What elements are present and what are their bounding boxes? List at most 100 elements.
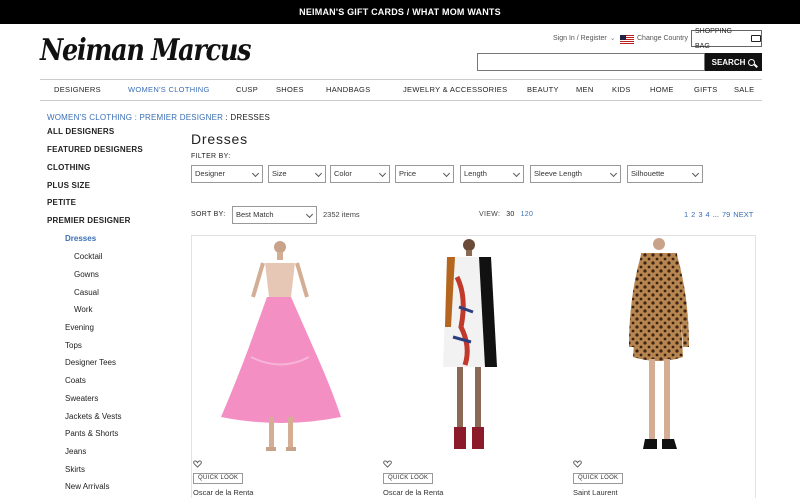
nav-beauty[interactable]: BEAUTY bbox=[527, 80, 559, 100]
nav-men[interactable]: MEN bbox=[576, 80, 594, 100]
sidebar-item-evening[interactable]: Evening bbox=[65, 322, 94, 334]
filter-size[interactable]: Size bbox=[268, 165, 326, 183]
sidebar-item-featured-designers[interactable]: FEATURED DESIGNERS bbox=[47, 144, 143, 156]
filter-color-label: Color bbox=[334, 169, 352, 178]
nav-cusp[interactable]: CUSP bbox=[236, 80, 258, 100]
search-button[interactable]: SEARCH bbox=[705, 53, 762, 71]
nav-kids[interactable]: KIDS bbox=[612, 80, 631, 100]
heart-icon[interactable] bbox=[383, 460, 392, 468]
filter-silhouette-label: Silhouette bbox=[631, 169, 665, 178]
sidebar-item-dresses[interactable]: Dresses bbox=[65, 233, 96, 245]
page-3[interactable]: 3 bbox=[698, 210, 702, 220]
sidebar-item-skirts[interactable]: Skirts bbox=[65, 464, 85, 476]
sidebar-item-sweaters[interactable]: Sweaters bbox=[65, 393, 98, 405]
chevron-down-icon bbox=[314, 169, 323, 178]
search-input[interactable] bbox=[477, 53, 705, 71]
filter-designer-label: Designer bbox=[195, 169, 226, 178]
product-image[interactable] bbox=[571, 237, 751, 455]
page-2[interactable]: 2 bbox=[691, 210, 695, 220]
chevron-down-icon bbox=[691, 169, 700, 178]
heart-icon[interactable] bbox=[193, 460, 202, 468]
breadcrumb: WOMEN'S CLOTHING : PREMIER DESIGNER : DR… bbox=[47, 112, 270, 124]
sort-by-label: SORT BY: bbox=[191, 211, 226, 218]
neiman-marcus-logo[interactable]: Neiman Marcus bbox=[40, 30, 251, 72]
nav-designers[interactable]: DESIGNERS bbox=[54, 80, 101, 100]
search-icon bbox=[748, 58, 756, 66]
sidebar-item-cocktail[interactable]: Cocktail bbox=[74, 251, 102, 263]
chevron-down-icon: ⌄ bbox=[609, 35, 616, 42]
breadcrumb-link[interactable]: WOMEN'S CLOTHING : PREMIER DESIGNER bbox=[47, 113, 223, 122]
sidebar-item-tops[interactable]: Tops bbox=[65, 340, 82, 352]
search-button-label: SEARCH bbox=[711, 57, 746, 67]
sign-in-register-link[interactable]: Sign In / Register ⌄ bbox=[553, 31, 616, 47]
quick-look-button[interactable]: QUICK LOOK bbox=[573, 473, 624, 484]
view-30[interactable]: 30 bbox=[506, 210, 514, 220]
sort-selected-label: Best Match bbox=[236, 210, 274, 219]
shopping-bag-button[interactable]: SHOPPING BAG bbox=[691, 28, 762, 50]
sidebar-item-casual[interactable]: Casual bbox=[74, 287, 99, 299]
view-120[interactable]: 120 bbox=[521, 210, 534, 220]
filter-price-label: Price bbox=[399, 169, 417, 178]
nav-home[interactable]: HOME bbox=[650, 80, 674, 100]
filter-silhouette[interactable]: Silhouette bbox=[627, 165, 703, 183]
quick-look-button[interactable]: QUICK LOOK bbox=[383, 473, 434, 484]
filter-length[interactable]: Length bbox=[460, 165, 524, 183]
product-image[interactable] bbox=[381, 237, 561, 455]
quick-look-button[interactable]: QUICK LOOK bbox=[193, 473, 244, 484]
filter-size-label: Size bbox=[272, 169, 287, 178]
sidebar-item-gowns[interactable]: Gowns bbox=[74, 269, 99, 281]
sidebar-item-premier-designer[interactable]: PREMIER DESIGNER bbox=[47, 215, 131, 227]
nav-gifts[interactable]: GIFTS bbox=[694, 80, 718, 100]
us-flag-icon bbox=[620, 34, 634, 44]
page-79[interactable]: 79 bbox=[722, 210, 730, 220]
chevron-down-icon bbox=[251, 169, 260, 178]
nav-sale[interactable]: SALE bbox=[734, 80, 754, 100]
main-nav: DESIGNERS WOMEN'S CLOTHING CUSP SHOES HA… bbox=[40, 79, 762, 101]
sidebar-item-jackets-vests[interactable]: Jackets & Vests bbox=[65, 411, 121, 423]
bag-icon bbox=[751, 35, 761, 42]
nav-womens-clothing[interactable]: WOMEN'S CLOTHING bbox=[128, 80, 210, 100]
product-image[interactable] bbox=[191, 237, 371, 455]
page-1[interactable]: 1 bbox=[684, 210, 688, 220]
sidebar-item-coats[interactable]: Coats bbox=[65, 375, 86, 387]
sidebar-item-plus-size[interactable]: PLUS SIZE bbox=[47, 180, 90, 192]
page-ellipsis: ... bbox=[712, 210, 719, 219]
change-country-label: Change Country bbox=[637, 35, 688, 42]
page-title: Dresses bbox=[191, 131, 248, 147]
view-label: VIEW: bbox=[479, 211, 501, 218]
sidebar-item-all-designers[interactable]: ALL DESIGNERS bbox=[47, 126, 114, 138]
filter-color[interactable]: Color bbox=[330, 165, 390, 183]
filter-designer[interactable]: Designer bbox=[191, 165, 263, 183]
sidebar-item-work[interactable]: Work bbox=[74, 304, 93, 316]
change-country-link[interactable]: Change Country bbox=[620, 31, 688, 47]
nav-shoes[interactable]: SHOES bbox=[276, 80, 304, 100]
filter-length-label: Length bbox=[464, 169, 487, 178]
product-card[interactable]: QUICK LOOK Oscar de la Renta bbox=[191, 235, 371, 498]
product-designer[interactable]: Saint Laurent bbox=[573, 488, 618, 497]
next-page-link[interactable]: NEXT bbox=[733, 210, 753, 220]
sort-select[interactable]: Best Match bbox=[232, 206, 317, 224]
item-count: 2352 items bbox=[323, 210, 360, 219]
promo-banner[interactable]: NEIMAN'S GIFT CARDS / WHAT MOM WANTS bbox=[0, 0, 800, 24]
nav-jewelry-accessories[interactable]: JEWELRY & ACCESSORIES bbox=[403, 80, 507, 100]
sidebar-item-clothing[interactable]: CLOTHING bbox=[47, 162, 90, 174]
pagination: 1 2 3 4 ... 79 NEXT bbox=[684, 210, 753, 220]
chevron-down-icon bbox=[609, 169, 618, 178]
product-designer[interactable]: Oscar de la Renta bbox=[383, 488, 443, 497]
product-card[interactable]: QUICK LOOK Saint Laurent bbox=[571, 235, 751, 498]
page-4[interactable]: 4 bbox=[706, 210, 710, 220]
product-card[interactable]: QUICK LOOK Oscar de la Renta bbox=[381, 235, 561, 498]
sidebar-item-petite[interactable]: PETITE bbox=[47, 197, 76, 209]
nav-handbags[interactable]: HANDBAGS bbox=[326, 80, 371, 100]
filter-price[interactable]: Price bbox=[395, 165, 454, 183]
product-designer[interactable]: Oscar de la Renta bbox=[193, 488, 253, 497]
heart-icon[interactable] bbox=[573, 460, 582, 468]
chevron-down-icon bbox=[512, 169, 521, 178]
sidebar-item-pants-shorts[interactable]: Pants & Shorts bbox=[65, 428, 118, 440]
breadcrumb-current: DRESSES bbox=[230, 113, 271, 122]
sidebar-item-designer-tees[interactable]: Designer Tees bbox=[65, 357, 116, 369]
chevron-down-icon bbox=[305, 210, 314, 219]
filter-sleeve-length[interactable]: Sleeve Length bbox=[530, 165, 621, 183]
sidebar-item-jeans[interactable]: Jeans bbox=[65, 446, 86, 458]
sidebar-item-new-arrivals[interactable]: New Arrivals bbox=[65, 481, 109, 493]
